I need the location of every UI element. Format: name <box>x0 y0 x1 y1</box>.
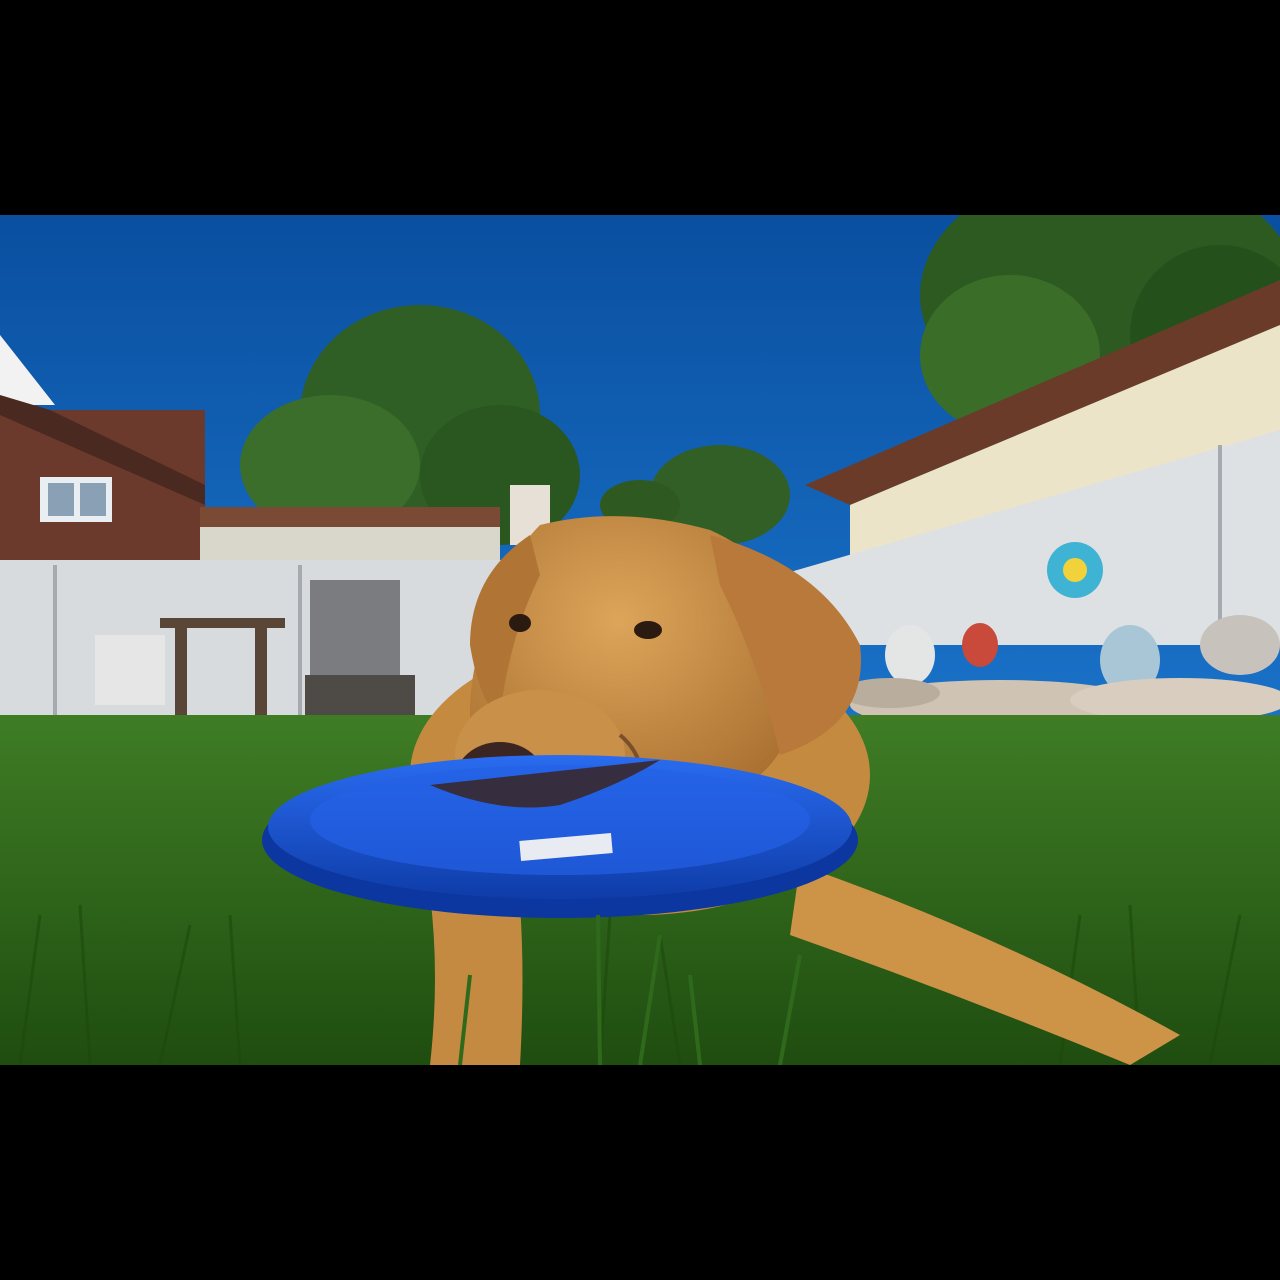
dog-right-eye <box>634 621 662 639</box>
photo-frame <box>0 0 1280 1280</box>
dog-scene <box>0 215 1280 1065</box>
dog-photo <box>0 215 1280 1065</box>
dog-left-eye <box>509 614 531 632</box>
frisbee <box>262 755 858 918</box>
